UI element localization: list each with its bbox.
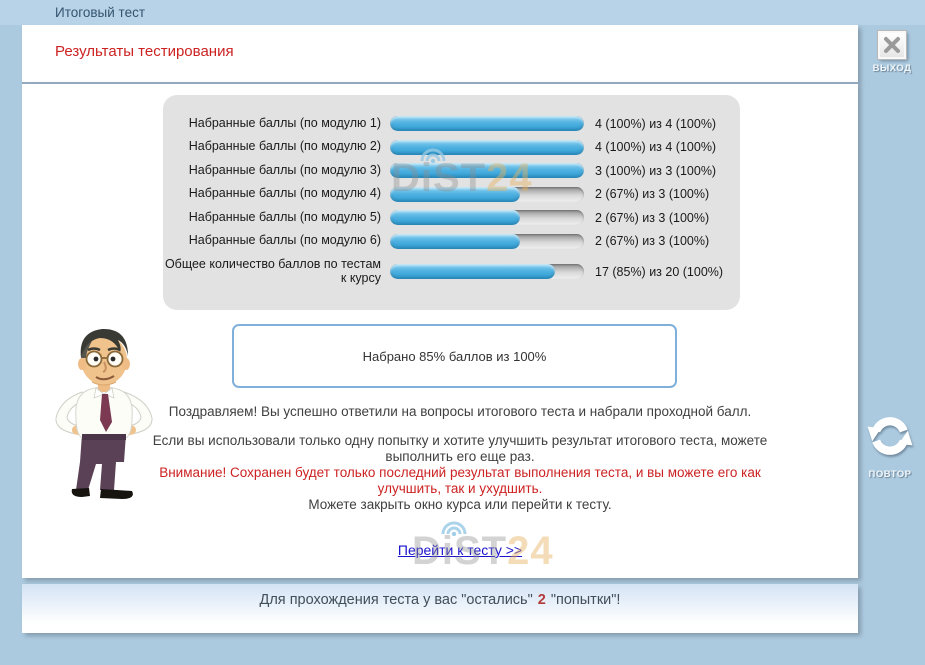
exit-button-label: ВЫХОД xyxy=(862,63,922,74)
attempts-text-prefix: Для прохождения теста у вас "остались" xyxy=(260,592,533,608)
progress-bar-fill xyxy=(390,210,520,225)
score-row-value: 2 (67%) из 3 (100%) xyxy=(584,211,709,225)
progress-bar-fill xyxy=(390,234,520,249)
progress-bar-track xyxy=(390,264,584,279)
message-close-info: Можете закрыть окно курса или перейти к … xyxy=(140,497,780,513)
score-row-label: Набранные баллы (по модулю 6) xyxy=(163,234,390,248)
score-row-value: 4 (100%) из 4 (100%) xyxy=(584,117,716,131)
progress-bar-fill xyxy=(390,264,555,279)
results-header-card: Результаты тестирования xyxy=(22,25,858,82)
progress-bar-track xyxy=(390,163,584,178)
score-row-value: 3 (100%) из 3 (100%) xyxy=(584,164,716,178)
progress-bar-track xyxy=(390,187,584,202)
page-title: Результаты тестирования xyxy=(55,43,234,60)
score-row-label: Общее количество баллов по тестам к курс… xyxy=(163,258,390,286)
progress-bar-fill xyxy=(390,187,520,202)
score-row-label: Набранные баллы (по модулю 1) xyxy=(163,117,390,131)
module-scores-panel: Набранные баллы (по модулю 1) 4 (100%) и… xyxy=(163,95,740,310)
main-content-panel: Набранные баллы (по модулю 1) 4 (100%) и… xyxy=(22,82,858,578)
score-row: Набранные баллы (по модулю 1) 4 (100%) и… xyxy=(163,112,740,136)
message-congrats: Поздравляем! Вы успешно ответили на вопр… xyxy=(140,404,780,420)
progress-bar-fill xyxy=(390,163,584,178)
progress-bar-track xyxy=(390,140,584,155)
message-retry-info: Если вы использовали только одну попытку… xyxy=(140,433,780,465)
score-row-value: 2 (67%) из 3 (100%) xyxy=(584,234,709,248)
progress-bar-fill xyxy=(390,116,584,131)
score-row: Набранные баллы (по модулю 6) 2 (67%) из… xyxy=(163,230,740,254)
window-title-bar: Итоговый тест xyxy=(0,0,925,25)
window-title: Итоговый тест xyxy=(55,5,145,20)
exit-button[interactable]: ВЫХОД xyxy=(862,31,922,74)
total-score-box: Набрано 85% баллов из 100% xyxy=(232,324,677,388)
repeat-button[interactable]: ПОВТОР xyxy=(860,412,920,480)
goto-link-wrap: Перейти к тесту >> xyxy=(140,542,780,559)
progress-bar-track xyxy=(390,234,584,249)
close-icon[interactable] xyxy=(878,31,906,59)
repeat-icon[interactable] xyxy=(860,412,920,465)
score-row-value: 2 (67%) из 3 (100%) xyxy=(584,187,709,201)
progress-bar-track xyxy=(390,210,584,225)
result-messages: Поздравляем! Вы успешно ответили на вопр… xyxy=(140,404,780,559)
score-row-value: 4 (100%) из 4 (100%) xyxy=(584,140,716,154)
progress-bar-fill xyxy=(390,140,584,155)
progress-bar-track xyxy=(390,116,584,131)
score-row-label: Набранные баллы (по модулю 4) xyxy=(163,187,390,201)
score-row-label: Набранные баллы (по модулю 3) xyxy=(163,164,390,178)
total-score-text: Набрано 85% баллов из 100% xyxy=(363,349,547,364)
score-row: Набранные баллы (по модулю 5) 2 (67%) из… xyxy=(163,206,740,230)
score-row: Набранные баллы (по модулю 4) 2 (67%) из… xyxy=(163,183,740,207)
attempts-text-suffix: "попытки"! xyxy=(551,592,621,608)
score-row-value: 17 (85%) из 20 (100%) xyxy=(584,265,723,279)
message-warning: Внимание! Сохранен будет только последни… xyxy=(140,465,780,497)
score-row: Общее количество баллов по тестам к курс… xyxy=(163,253,740,290)
goto-test-link[interactable]: Перейти к тесту >> xyxy=(398,542,522,558)
score-row-label: Набранные баллы (по модулю 2) xyxy=(163,140,390,154)
score-row: Набранные баллы (по модулю 2) 4 (100%) и… xyxy=(163,136,740,160)
score-row: Набранные баллы (по модулю 3) 3 (100%) и… xyxy=(163,159,740,183)
repeat-button-label: ПОВТОР xyxy=(860,469,920,480)
score-row-label: Набранные баллы (по модулю 5) xyxy=(163,211,390,225)
score-rows: Набранные баллы (по модулю 1) 4 (100%) и… xyxy=(163,112,740,290)
attempts-bar: Для прохождения теста у вас "остались" 2 "… xyxy=(22,584,858,633)
attempts-count: 2 xyxy=(538,592,546,608)
